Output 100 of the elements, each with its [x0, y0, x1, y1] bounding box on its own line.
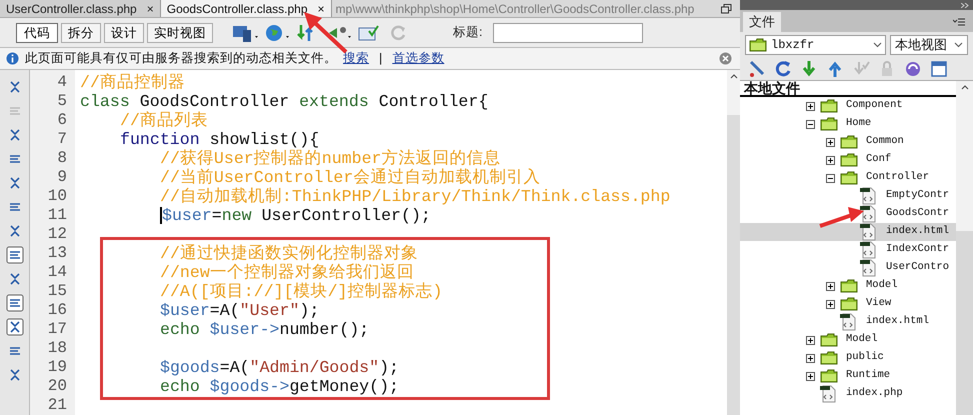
tree-row[interactable]: EmptyContr: [740, 187, 956, 205]
folder-icon: [820, 99, 838, 113]
expand-icon[interactable]: [826, 300, 835, 308]
view-button[interactable]: 代码: [16, 22, 58, 42]
tree-row[interactable]: Conf: [740, 151, 956, 169]
line-number: 4: [57, 73, 67, 92]
scroll-up-icon[interactable]: [960, 85, 968, 90]
code-file-icon: [860, 241, 876, 259]
code-token: //当前UserController会通过自动加载机制引入: [160, 168, 540, 187]
close-tab-icon[interactable]: ×: [146, 0, 154, 18]
code-token: getMoney();: [289, 377, 400, 396]
code-token: //获得User控制器的number方法返回的信息: [160, 149, 500, 168]
line-number: 20: [48, 377, 67, 396]
code-token: "Admin/Goods": [250, 358, 380, 377]
collapse-icon[interactable]: [806, 120, 815, 128]
tree-row[interactable]: IndexContr: [740, 241, 956, 259]
code-token: number();: [280, 320, 370, 339]
tree-row[interactable]: index.html: [740, 223, 956, 241]
line-number: 13: [48, 244, 67, 263]
view-dropdown[interactable]: 本地视图: [890, 34, 968, 54]
line-number: 6: [57, 111, 67, 130]
tree-row[interactable]: Home: [740, 115, 956, 133]
expand-icon[interactable]: [806, 354, 815, 362]
tree-row[interactable]: Model: [740, 277, 956, 295]
view-button[interactable]: 设计: [104, 22, 144, 42]
line-number: 11: [48, 206, 67, 225]
close-icon[interactable]: [719, 52, 732, 65]
code-token: $user->: [210, 320, 280, 339]
line-number: 21: [48, 396, 67, 415]
refresh-icon[interactable]: [774, 58, 792, 78]
folder-icon: [840, 279, 858, 293]
expand-panel-icon[interactable]: [961, 2, 969, 8]
tree-row[interactable]: Component: [740, 97, 956, 115]
code-token: class: [80, 92, 130, 111]
line-number: 19: [48, 358, 67, 377]
collapse-icon[interactable]: [826, 174, 835, 182]
code-token: =A(: [220, 358, 250, 377]
title-field[interactable]: [493, 22, 644, 42]
line-number: 15: [48, 282, 67, 301]
code-token: //通过快捷函数实例化控制器对象: [160, 244, 418, 263]
line-number: 18: [48, 339, 67, 358]
document-tab[interactable]: UserController.class.php ×: [0, 0, 161, 17]
code-token: //自动加载机制:ThinkPHP/Library/Think/Think.class.php: [160, 187, 670, 206]
tree-row[interactable]: Common: [740, 133, 956, 151]
tree-row[interactable]: Runtime: [740, 367, 956, 385]
code-token: echo: [160, 377, 201, 396]
folder-icon: [840, 153, 858, 167]
tree-row[interactable]: Controller: [740, 169, 956, 187]
scroll-up-icon[interactable]: [730, 74, 738, 79]
line-number: 9: [57, 168, 67, 187]
view-button[interactable]: 拆分: [61, 22, 101, 42]
expand-icon[interactable]: [826, 282, 835, 290]
restore-icon[interactable]: [721, 4, 732, 14]
code-file-icon: [840, 313, 856, 331]
code-file-icon: [860, 187, 876, 205]
expand-icon[interactable]: [806, 372, 815, 380]
folder-icon: [820, 351, 838, 365]
code-token: //A([项目://][模块/]控制器标志): [160, 282, 442, 301]
info-message: 此页面可能具有仅可由服务器搜索到的动态相关文件。: [25, 50, 337, 68]
code-file-icon: [860, 259, 876, 277]
tree-row[interactable]: UserContro: [740, 259, 956, 277]
line-number: 8: [57, 149, 67, 168]
code-file-icon: [860, 223, 876, 241]
search-link[interactable]: 搜索: [343, 49, 369, 68]
tree-row[interactable]: index.php: [740, 385, 956, 403]
code-token: function: [120, 130, 200, 149]
close-tab-icon[interactable]: ×: [318, 0, 325, 18]
arrow: [819, 207, 864, 228]
code-token: $goods->: [210, 377, 290, 396]
expand-icon[interactable]: [806, 102, 815, 110]
site-dropdown[interactable]: lbxzfr: [745, 34, 886, 54]
globe-icon[interactable]: [264, 22, 292, 42]
code-token: );: [299, 301, 320, 320]
tree-row[interactable]: GoodsContr: [740, 205, 956, 223]
panel-menu-icon[interactable]: [953, 18, 965, 26]
expand-icon[interactable]: [806, 336, 815, 344]
tree-row[interactable]: Model: [740, 331, 956, 349]
code-file-icon: [860, 205, 876, 223]
down-arrow-icon[interactable]: [800, 58, 818, 78]
panel-tab[interactable]: 文件: [743, 12, 781, 32]
expand-icon[interactable]: [826, 138, 835, 146]
code-token: echo: [160, 320, 201, 339]
code-token: Controller{: [378, 92, 488, 111]
preferences-link[interactable]: 首选参数: [392, 49, 444, 68]
tree-row[interactable]: View: [740, 295, 956, 313]
code-token: showlist(){: [208, 130, 320, 149]
expand-icon[interactable]: [826, 156, 835, 164]
code-token: $goods: [160, 358, 220, 377]
document-tab[interactable]: GoodsController.class.php ×: [160, 0, 332, 17]
view-button[interactable]: 实时视图: [147, 22, 213, 42]
folder-icon: [820, 333, 838, 347]
line-number: 5: [57, 92, 67, 111]
tree-row[interactable]: public: [740, 349, 956, 367]
code-token: =A(: [210, 301, 240, 320]
expand-window-icon[interactable]: [930, 58, 948, 78]
code-token: //new一个控制器对象给我们返回: [160, 263, 414, 282]
tree-row[interactable]: index.html: [740, 313, 956, 331]
file-path: mp\www\thinkphp\shop\Home\Controller\GoodsController.class.php: [336, 0, 694, 18]
code-token: GoodsController: [138, 92, 290, 111]
code-token: "User": [240, 301, 300, 320]
